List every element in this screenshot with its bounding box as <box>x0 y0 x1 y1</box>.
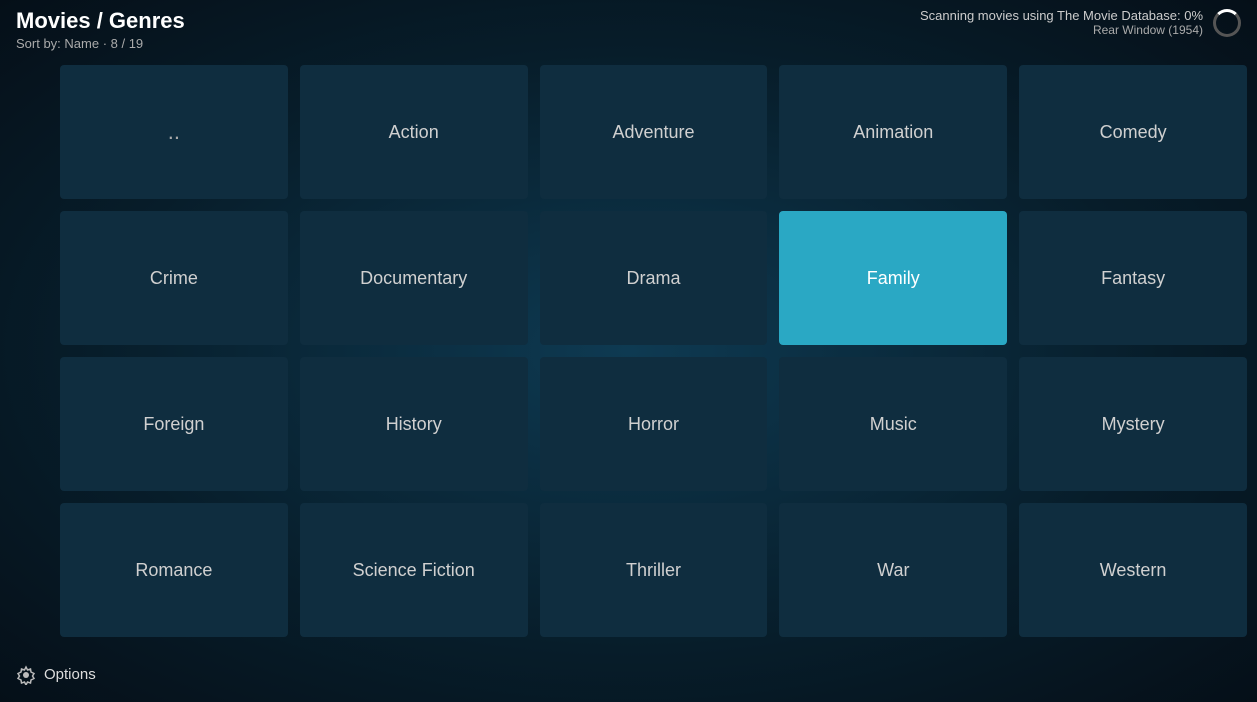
genre-btn-western[interactable]: Western <box>1019 503 1247 637</box>
genre-btn-music[interactable]: Music <box>779 357 1007 491</box>
genre-btn-mystery[interactable]: Mystery <box>1019 357 1247 491</box>
scan-file: Rear Window (1954) <box>920 23 1203 37</box>
genre-btn-drama[interactable]: Drama <box>540 211 768 345</box>
options-label[interactable]: Options <box>44 666 96 683</box>
genre-btn-foreign[interactable]: Foreign <box>60 357 288 491</box>
genre-btn-animation[interactable]: Animation <box>779 65 1007 199</box>
gear-icon <box>16 665 36 685</box>
genre-btn-family[interactable]: Family <box>779 211 1007 345</box>
genre-btn-horror[interactable]: Horror <box>540 357 768 491</box>
genre-btn-action[interactable]: Action <box>300 65 528 199</box>
genre-btn-documentary[interactable]: Documentary <box>300 211 528 345</box>
header-right: Scanning movies using The Movie Database… <box>920 8 1241 37</box>
genre-btn-romance[interactable]: Romance <box>60 503 288 637</box>
sort-label: Sort by: Name · 8 / 19 <box>16 36 185 51</box>
scan-status: Scanning movies using The Movie Database… <box>920 8 1203 23</box>
genre-btn-fantasy[interactable]: Fantasy <box>1019 211 1247 345</box>
scan-info: Scanning movies using The Movie Database… <box>920 8 1203 37</box>
genre-btn-thriller[interactable]: Thriller <box>540 503 768 637</box>
genre-btn-crime[interactable]: Crime <box>60 211 288 345</box>
footer: Options <box>0 647 1257 702</box>
genre-btn-dotdot[interactable]: .. <box>60 65 288 199</box>
genre-btn-adventure[interactable]: Adventure <box>540 65 768 199</box>
genre-btn-science-fiction[interactable]: Science Fiction <box>300 503 528 637</box>
genre-btn-comedy[interactable]: Comedy <box>1019 65 1247 199</box>
header: Movies / Genres Sort by: Name · 8 / 19 S… <box>0 0 1257 58</box>
genre-grid: ..ActionAdventureAnimationComedy CrimeDoc… <box>60 65 1247 637</box>
header-left: Movies / Genres Sort by: Name · 8 / 19 <box>16 8 185 51</box>
loading-spinner <box>1213 9 1241 37</box>
genre-btn-war[interactable]: War <box>779 503 1007 637</box>
genre-btn-history[interactable]: History <box>300 357 528 491</box>
page-title: Movies / Genres <box>16 8 185 34</box>
